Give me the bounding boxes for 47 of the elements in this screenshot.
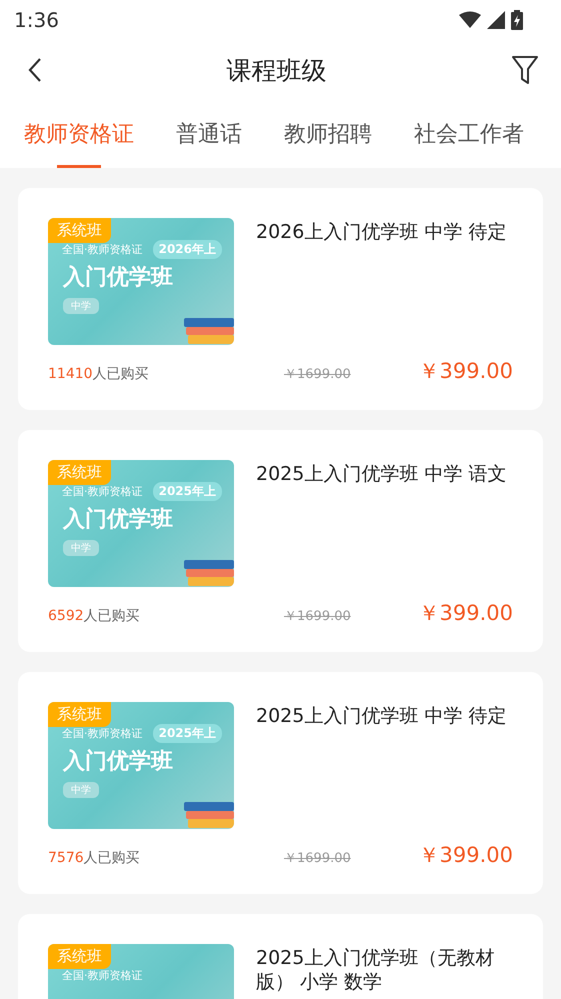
category-tab[interactable]: 普通话 bbox=[166, 100, 252, 168]
wifi-icon bbox=[459, 11, 481, 29]
course-type-badge: 系统班 bbox=[48, 218, 111, 243]
cover-subtitle: 全国·教师资格证 bbox=[62, 242, 142, 257]
status-time: 1:36 bbox=[14, 8, 59, 32]
course-type-badge: 系统班 bbox=[48, 702, 111, 727]
cover-subtitle: 全国·教师资格证 bbox=[62, 726, 142, 741]
cover-level-tag: 中学 bbox=[63, 782, 99, 798]
course-type-badge: 系统班 bbox=[48, 944, 111, 969]
original-price: ￥1699.00 bbox=[284, 608, 352, 625]
cover-year-tag: 2025年上 bbox=[152, 482, 222, 501]
course-price: ￥399.00 bbox=[418, 358, 513, 385]
books-icon bbox=[184, 801, 234, 829]
purchase-count: 11410人已购买 bbox=[48, 365, 150, 383]
cover-level-tag: 中学 bbox=[63, 298, 99, 314]
course-title: 2025上入门优学班 中学 待定 bbox=[256, 704, 506, 729]
back-button[interactable] bbox=[28, 57, 42, 83]
category-tab[interactable]: 社会工作者 bbox=[404, 100, 534, 168]
course-card[interactable]: 系统班 全国·教师资格证 2025年上 入门优学班 中学 2025上入门优学班 中学 语文 6592人已购买 ￥1699.00 ￥399.00 bbox=[18, 430, 543, 652]
category-tab[interactable]: 教师招聘 bbox=[274, 100, 382, 168]
books-icon bbox=[184, 559, 234, 587]
purchase-count: 7576人已购买 bbox=[48, 849, 141, 867]
signal-icon bbox=[487, 11, 505, 29]
original-price: ￥1699.00 bbox=[284, 366, 352, 383]
books-icon bbox=[184, 317, 234, 345]
purchase-count: 6592人已购买 bbox=[48, 607, 141, 625]
cover-title: 入门优学班 bbox=[63, 748, 173, 776]
cover-level-tag: 中学 bbox=[63, 540, 99, 556]
page-title: 课程班级 bbox=[226, 54, 326, 86]
course-type-badge: 系统班 bbox=[48, 460, 111, 485]
filter-button[interactable] bbox=[511, 55, 539, 85]
course-price: ￥399.00 bbox=[418, 842, 513, 869]
course-card[interactable]: 系统班 全国·教师资格证 2026年上 入门优学班 中学 2026上入门优学班 中学 待定 11410人已购买 ￥1699.00 ￥399.00 bbox=[18, 188, 543, 410]
course-card[interactable]: 系统班 全国·教师资格证 2025年上 入门优学班 中学 2025上入门优学班 中学 待定 7576人已购买 ￥1699.00 ￥399.00 bbox=[18, 672, 543, 894]
course-title: 2025上入门优学班（无教材版） 小学 数学 bbox=[256, 946, 496, 995]
cover-year-tag: 2025年上 bbox=[152, 724, 222, 743]
course-price: ￥399.00 bbox=[418, 600, 513, 627]
cover-subtitle: 全国·教师资格证 bbox=[62, 968, 142, 983]
course-title: 2026上入门优学班 中学 待定 bbox=[256, 220, 506, 245]
cover-title: 入门优学班 bbox=[63, 506, 173, 534]
course-title: 2025上入门优学班 中学 语文 bbox=[256, 462, 506, 487]
cover-subtitle: 全国·教师资格证 bbox=[62, 484, 142, 499]
cover-year-tag: 2026年上 bbox=[152, 240, 222, 259]
cover-title: 入门优学班 bbox=[63, 264, 173, 292]
original-price: ￥1699.00 bbox=[284, 850, 352, 867]
course-card[interactable]: 系统班 全国·教师资格证 2025上入门优学班（无教材版） 小学 数学 bbox=[18, 914, 543, 999]
battery-icon bbox=[511, 10, 523, 30]
